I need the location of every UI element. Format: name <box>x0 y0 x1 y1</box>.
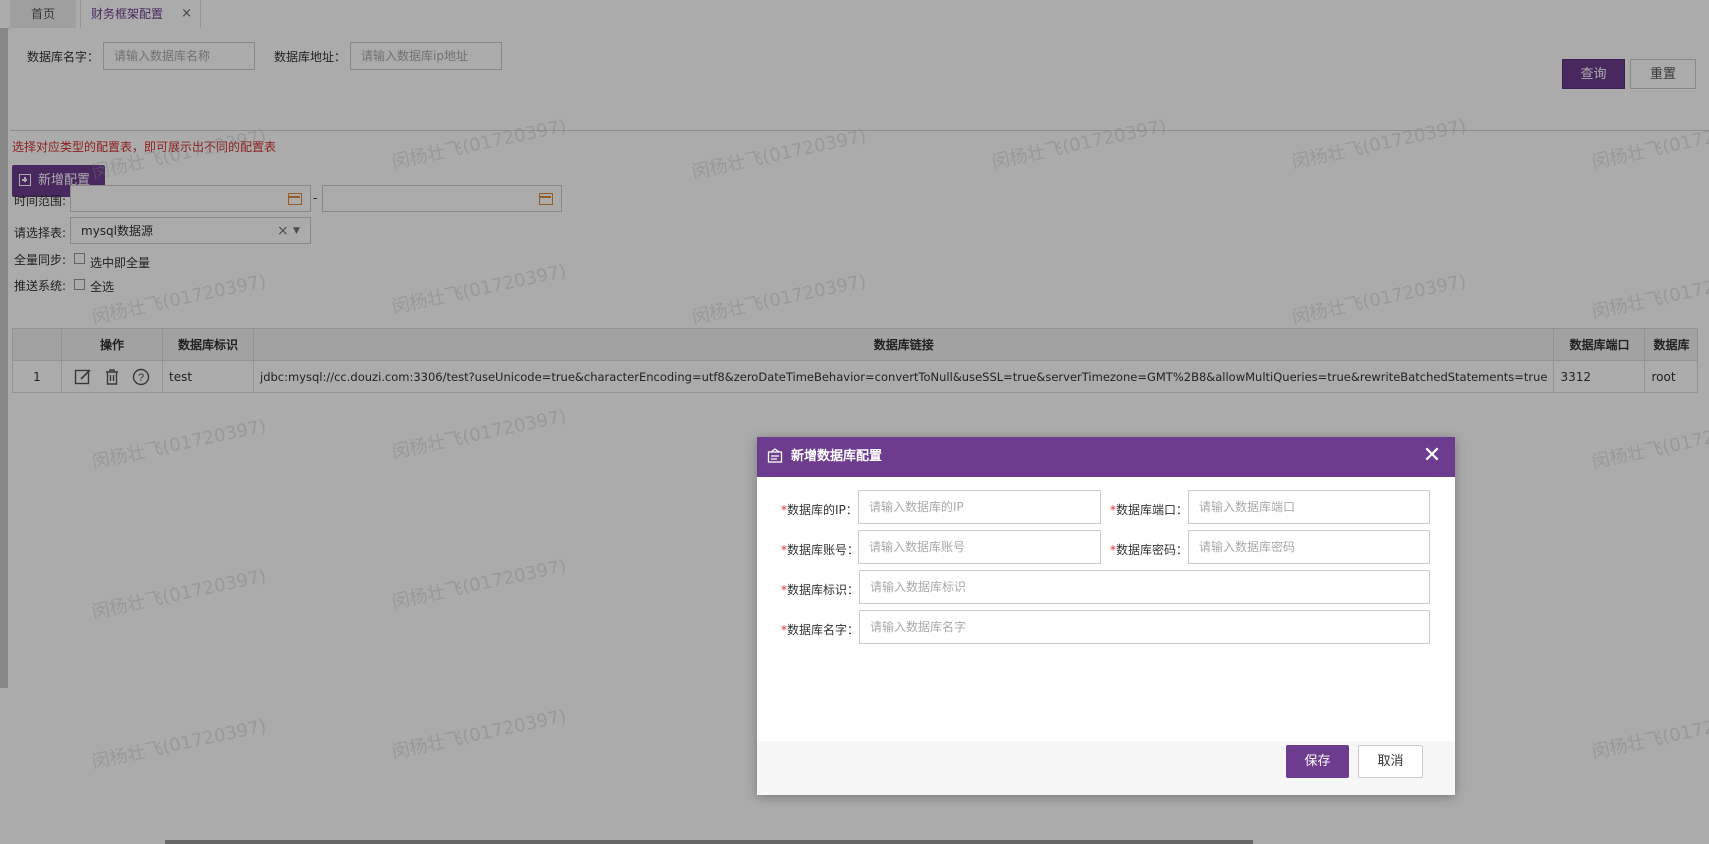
dialog-header: 新增数据库配置 ✕ <box>757 437 1455 477</box>
port-label: *数据库端口： <box>1110 501 1188 518</box>
cancel-button[interactable]: 取消 <box>1358 745 1423 778</box>
port-input[interactable]: 请输入数据库端口 <box>1188 490 1430 524</box>
add-db-config-dialog: 新增数据库配置 ✕ *数据库的IP： 请输入数据库的IP *数据库端口： 请输入… <box>757 437 1455 795</box>
ip-label-text: 数据库的IP： <box>787 503 858 517</box>
password-label: *数据库密码： <box>1110 541 1188 558</box>
password-label-text: 数据库密码： <box>1116 543 1189 557</box>
password-input[interactable]: 请输入数据库密码 <box>1188 530 1430 564</box>
account-label: *数据库账号： <box>781 541 859 558</box>
ip-label: *数据库的IP： <box>781 501 858 518</box>
save-button[interactable]: 保存 <box>1286 745 1349 778</box>
form-icon <box>767 448 783 463</box>
db-id-input[interactable]: 请输入数据库标识 <box>859 570 1430 604</box>
dialog-footer: 保存 取消 <box>757 741 1455 795</box>
account-input[interactable]: 请输入数据库账号 <box>858 530 1101 564</box>
port-label-text: 数据库端口： <box>1116 503 1189 517</box>
db-id-label: *数据库标识： <box>781 581 859 598</box>
account-label-text: 数据库账号： <box>787 543 860 557</box>
db-id-label-text: 数据库标识： <box>787 583 860 597</box>
dialog-title: 新增数据库配置 <box>791 449 883 464</box>
db-name-label-text: 数据库名字： <box>787 623 860 637</box>
db-name-label: *数据库名字： <box>781 621 859 638</box>
ip-input[interactable]: 请输入数据库的IP <box>858 490 1101 524</box>
close-icon[interactable]: ✕ <box>1421 443 1443 469</box>
db-name-input[interactable]: 请输入数据库名字 <box>859 610 1430 644</box>
